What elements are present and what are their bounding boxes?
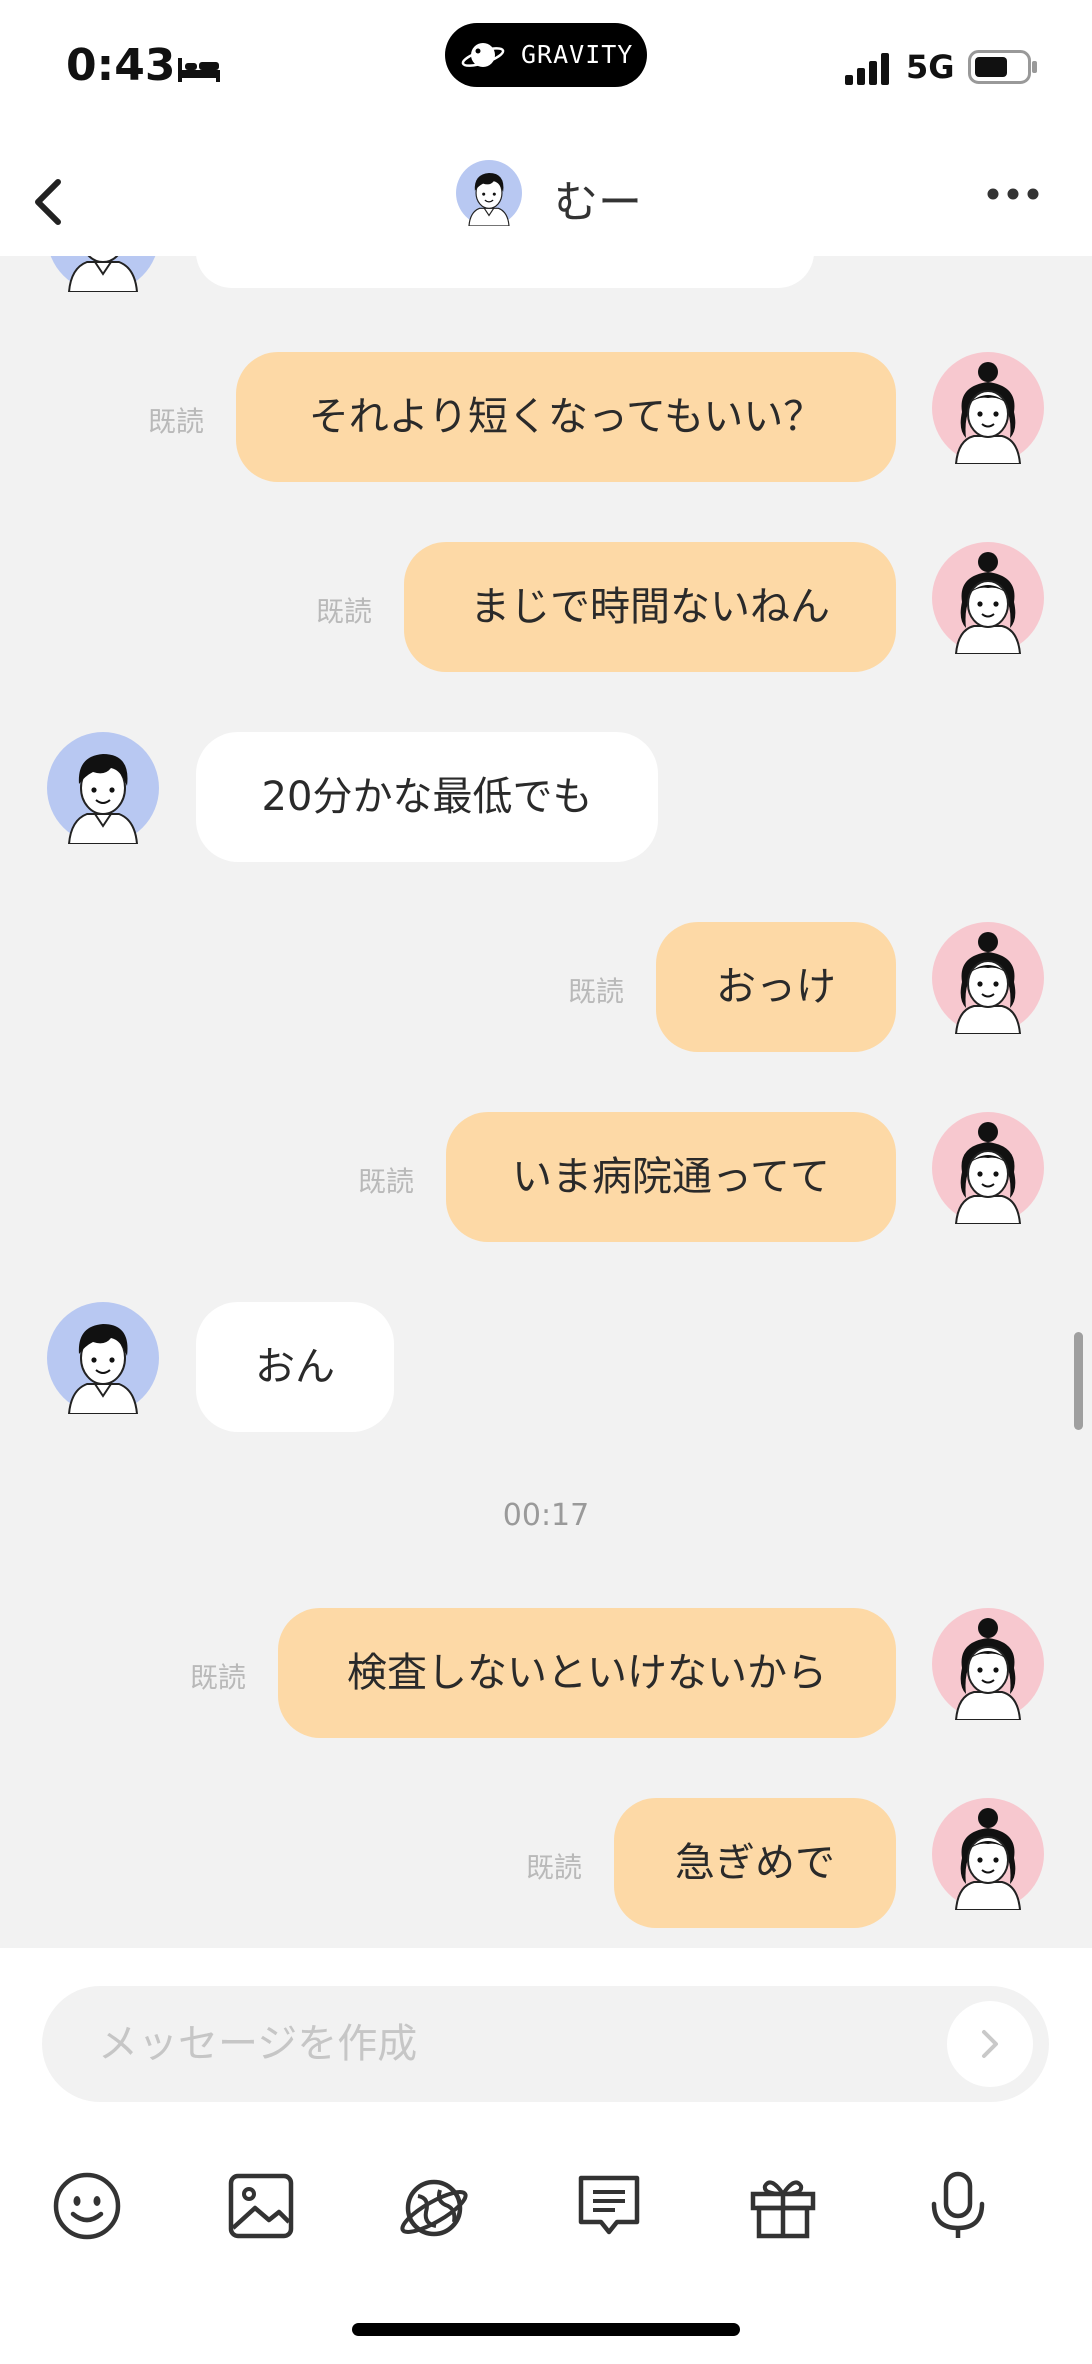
my-avatar[interactable] — [932, 922, 1044, 1034]
contact-avatar[interactable] — [456, 160, 522, 226]
image-icon — [228, 2173, 294, 2239]
scrollbar[interactable] — [1074, 1332, 1083, 1430]
gravity-planet-icon — [461, 43, 505, 67]
chat-header: むー — [0, 150, 1092, 256]
status-bar: 0:43 GRAVITY 5G — [0, 0, 1092, 150]
my-message-bubble[interactable]: 検査しないといけないから — [278, 1608, 896, 1738]
read-receipt: 既読 — [190, 1661, 247, 1694]
read-receipt: 既読 — [148, 405, 205, 438]
read-receipt: 既読 — [568, 975, 625, 1008]
dynamic-island[interactable]: GRAVITY — [445, 23, 647, 87]
my-message-bubble[interactable]: いま病院通ってて — [446, 1112, 896, 1242]
network-type: 5G — [906, 48, 955, 86]
quick-reply-icon — [578, 2175, 640, 2235]
my-avatar[interactable] — [932, 1798, 1044, 1910]
contact-avatar[interactable] — [47, 1302, 159, 1414]
emoji-button[interactable] — [49, 2168, 125, 2244]
message-row: おん — [0, 1302, 1092, 1432]
message-row: 既読 急ぎめで — [0, 1798, 1092, 1928]
quick-reply-button[interactable] — [571, 2168, 647, 2244]
read-receipt: 既読 — [316, 595, 373, 628]
message-row: 20分かな最低でも — [0, 732, 1092, 862]
read-receipt: 既読 — [358, 1165, 415, 1198]
my-avatar[interactable] — [932, 542, 1044, 654]
gift-button[interactable] — [745, 2168, 821, 2244]
message-row: 既読 まじで時間ないねん — [0, 542, 1092, 672]
read-receipt: 既読 — [526, 1851, 583, 1884]
their-message-bubble[interactable]: おん — [196, 1302, 394, 1432]
message-row: 既読 いま病院通ってて — [0, 1112, 1092, 1242]
chevron-right-icon — [982, 2030, 998, 2058]
gift-icon — [750, 2180, 816, 2239]
composer — [0, 1948, 1092, 2364]
image-button[interactable] — [223, 2168, 299, 2244]
their-message-bubble[interactable]: 20分かな最低でも — [196, 732, 658, 862]
emoji-icon — [53, 2172, 121, 2240]
status-time: 0:43 — [66, 40, 176, 91]
message-input-container — [42, 1986, 1049, 2102]
home-indicator[interactable] — [352, 2323, 740, 2336]
message-row: 既読 検査しないといけないから — [0, 1608, 1092, 1738]
my-avatar[interactable] — [932, 1608, 1044, 1720]
my-message-bubble[interactable]: まじで時間ないねん — [404, 542, 896, 672]
send-button[interactable] — [947, 2001, 1033, 2087]
gravity-brand: GRAVITY — [521, 40, 634, 69]
my-message-bubble[interactable]: おっけ — [656, 922, 896, 1052]
my-avatar[interactable] — [932, 352, 1044, 464]
message-row: 既読 それより短くなってもいい？ — [0, 352, 1092, 482]
message-row: 既読 おっけ — [0, 922, 1092, 1052]
message-timestamp: 00:17 — [502, 1498, 590, 1533]
my-message-bubble[interactable]: それより短くなってもいい？ — [236, 352, 896, 482]
battery-icon — [968, 50, 1037, 84]
message-list[interactable]: 既読 それより短くなってもいい？ 既読 まじで時間ないねん 20分かな最低でも … — [0, 256, 1092, 1948]
contact-avatar[interactable] — [47, 732, 159, 844]
voice-button[interactable] — [920, 2168, 996, 2244]
planet-button[interactable] — [396, 2168, 472, 2244]
cellular-signal-icon — [845, 53, 889, 85]
my-message-bubble[interactable]: 急ぎめで — [614, 1798, 896, 1928]
more-options-icon[interactable] — [984, 184, 1042, 204]
planet-icon — [400, 2179, 468, 2237]
message-bubble-partial — [196, 256, 814, 288]
my-avatar[interactable] — [932, 1112, 1044, 1224]
contact-name[interactable]: むー — [554, 166, 642, 230]
microphone-icon — [931, 2171, 985, 2238]
back-arrow-icon[interactable] — [22, 164, 78, 240]
contact-avatar[interactable] — [47, 256, 159, 292]
sleep-focus-icon — [178, 58, 220, 82]
message-input[interactable] — [98, 2014, 918, 2074]
